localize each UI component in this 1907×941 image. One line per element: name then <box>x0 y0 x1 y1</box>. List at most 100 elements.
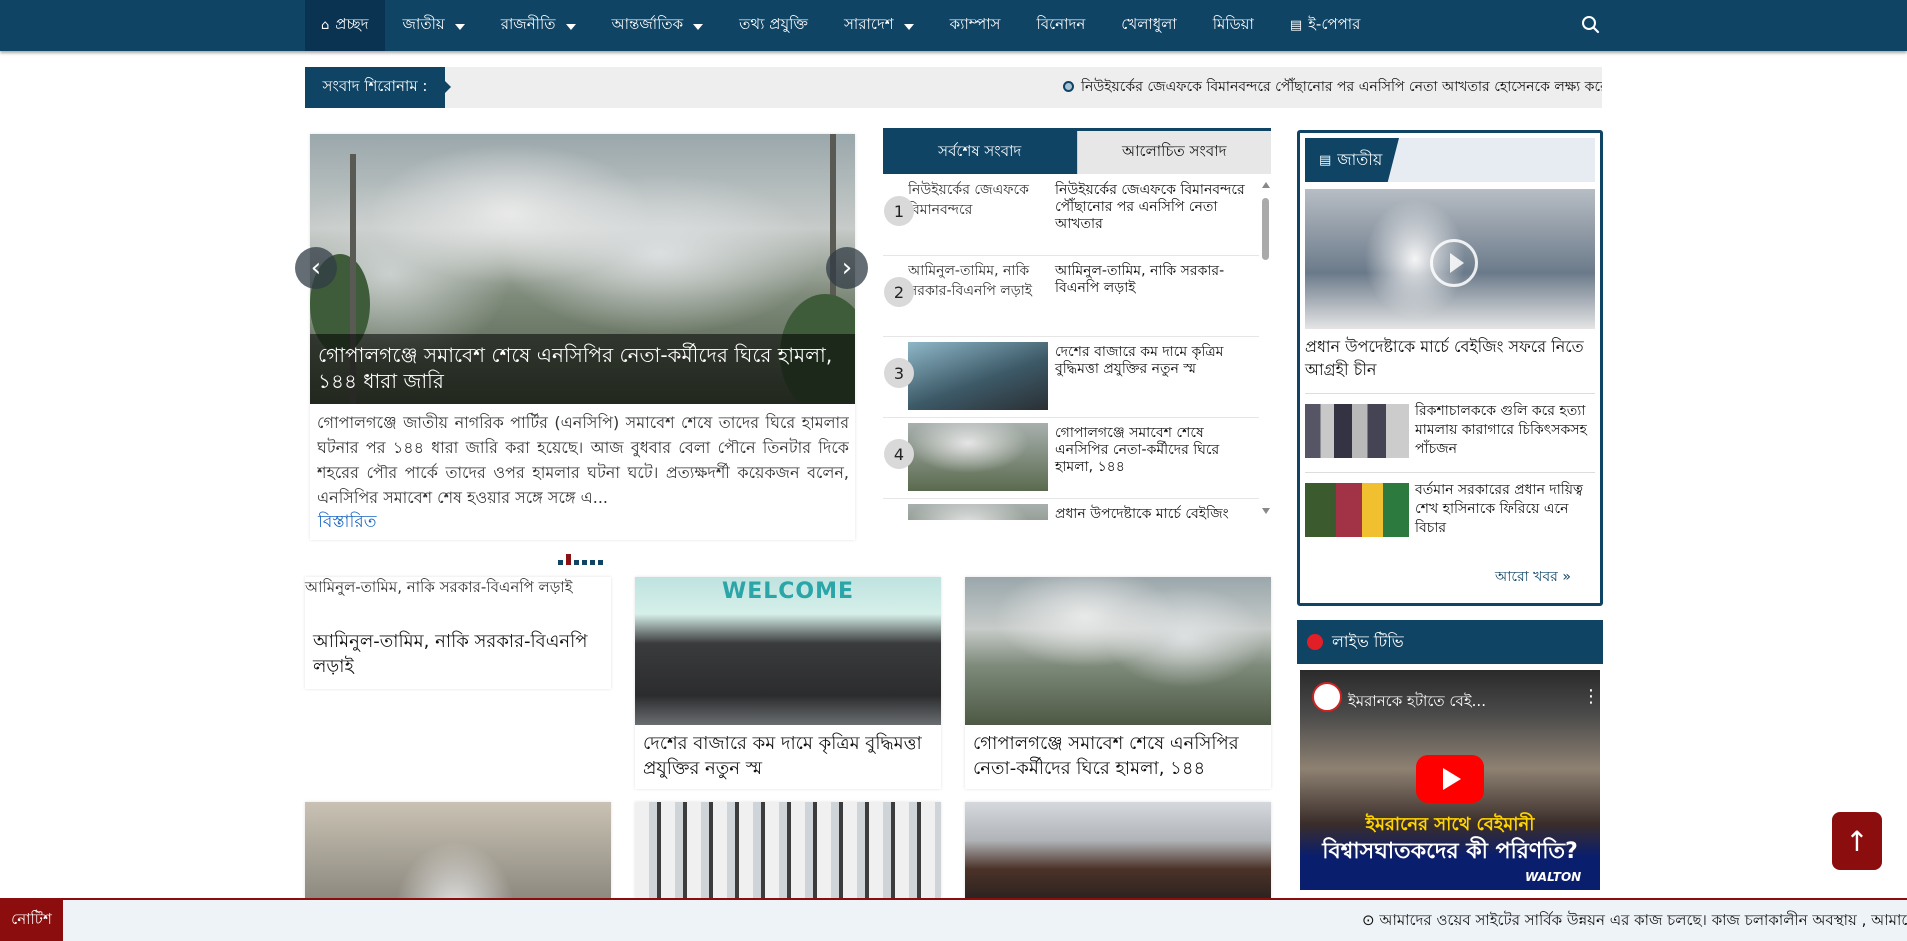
home-icon: ⌂ <box>321 18 330 33</box>
slider-dot-active[interactable] <box>566 554 571 565</box>
chevron-down-icon <box>565 24 576 30</box>
ticker-headline[interactable]: নিউইয়র্কের জেএফকে বিমানবন্দরে পৌঁছানোর … <box>1063 67 1602 108</box>
news-title[interactable]: বর্তমান সরকারের প্রধান দায়িত্ব শেখ হাসি… <box>1415 481 1595 538</box>
slider-dot[interactable] <box>582 560 587 565</box>
rank-badge: 3 <box>884 358 914 388</box>
ticker-label: সংবাদ শিরোনাম : <box>305 67 451 108</box>
nav-item-binodon[interactable]: বিনোদন <box>1018 0 1103 51</box>
list-item[interactable]: 3 দেশের বাজারে কম দামে কৃত্রিম বুদ্ধিমত্… <box>883 338 1259 418</box>
slider-dot[interactable] <box>574 560 579 565</box>
news-title[interactable]: নিউইয়র্কের জেএফকে বিমানবন্দরে পৌঁছানোর … <box>1055 182 1255 233</box>
card-title[interactable]: গোপালগঞ্জে সমাবেশ শেষে এনসিপির নেতা-কর্ম… <box>965 725 1271 787</box>
scrollbar-thumb[interactable] <box>1262 198 1269 260</box>
live-tv-video[interactable]: ইমরানকে হটাতে বেই... ⋮ ইমরানের সাথে বেইম… <box>1300 670 1600 890</box>
list-item[interactable]: বর্তমান সরকারের প্রধান দায়িত্ব শেখ হাসি… <box>1305 472 1595 546</box>
news-thumbnail <box>908 504 1048 520</box>
news-card[interactable] <box>635 802 941 898</box>
news-card[interactable]: WELCOME দেশের বাজারে কম দামে কৃত্রিম বুদ… <box>635 577 941 789</box>
video-caption-line2: বিশ্বাসঘাতকদের কী পরিণতি? <box>1322 839 1578 864</box>
news-title[interactable]: গোপালগঞ্জে সমাবেশ শেষে এনসিপির নেতা-কর্ম… <box>1055 425 1255 476</box>
nav-item-antorjatik[interactable]: আন্তর্জাতিক <box>594 0 722 51</box>
nav-item-tech[interactable]: তথ্য প্রযুক্তি <box>721 0 826 51</box>
notice-text: আমাদের ওয়েব সাইটের সার্বিক উন্নয়ন এর ক… <box>1379 911 1907 929</box>
notice-bar: নোটিশ ⊙ আমাদের ওয়েব সাইটের সার্বিক উন্ন… <box>0 898 1907 941</box>
clock-icon: ⊙ <box>1362 911 1380 929</box>
bullet-icon <box>1063 81 1074 92</box>
widget-header: ▤ জাতীয় <box>1305 138 1595 182</box>
search-button[interactable] <box>1578 12 1604 38</box>
double-chevron-right-icon: » <box>1562 569 1571 585</box>
nav-label: তথ্য প্রযুক্তি <box>739 15 808 33</box>
nav-label: খেলাধুলা <box>1121 15 1177 33</box>
list-scrollbar[interactable] <box>1260 176 1271 520</box>
video-title[interactable]: ইমরানকে হটাতে বেই... <box>1348 690 1486 715</box>
news-card[interactable]: গোপালগঞ্জে সমাবেশ শেষে এনসিপির নেতা-কর্ম… <box>965 577 1271 789</box>
nav-label: ক্যাম্পাস <box>949 15 1001 33</box>
news-card[interactable]: আমিনুল-তামিম, নাকি সরকার-বিএনপি লড়াই আম… <box>305 577 611 689</box>
widget-tag[interactable]: ▤ জাতীয় <box>1305 138 1399 182</box>
chevron-down-icon <box>903 24 914 30</box>
read-more-link[interactable]: বিস্তারিত <box>318 509 376 537</box>
sponsor-logo: WALTON <box>1525 870 1582 884</box>
arrow-up-icon: ↑ <box>1845 824 1869 858</box>
news-title[interactable]: আমিনুল-তামিম, নাকি সরকার-বিএনপি লড়াই <box>1055 263 1255 297</box>
ticker-headline-text: নিউইয়র্কের জেএফকে বিমানবন্দরে পৌঁছানোর … <box>1081 79 1602 95</box>
news-card[interactable] <box>305 802 611 898</box>
list-item[interactable]: 5 প্রধান উপদেষ্টাকে মার্চে বেইজিং <box>883 500 1259 520</box>
more-vertical-icon[interactable]: ⋮ <box>1582 686 1600 707</box>
search-icon <box>1582 16 1600 34</box>
featured-video-thumbnail[interactable] <box>1305 189 1595 329</box>
widget-title: জাতীয় <box>1337 149 1383 169</box>
list-item[interactable]: রিকশাচালককে গুলি করে হত্যা মামলায় কারাগ… <box>1305 393 1595 467</box>
nav-label: মিডিয়া <box>1212 15 1254 33</box>
rank-badge: 2 <box>884 277 914 307</box>
play-icon[interactable] <box>1430 239 1478 287</box>
channel-logo[interactable] <box>1312 682 1342 712</box>
card-title[interactable]: দেশের বাজারে কম দামে কৃত্রিম বুদ্ধিমত্তা… <box>635 725 941 787</box>
news-card[interactable] <box>965 802 1271 898</box>
news-title[interactable]: রিকশাচালককে গুলি করে হত্যা মামলায় কারাগ… <box>1415 402 1595 459</box>
news-thumbnail <box>1305 483 1409 537</box>
nav-item-saradesh[interactable]: সারাদেশ <box>826 0 932 51</box>
tab-latest-news[interactable]: সর্বশেষ সংবাদ <box>883 131 1077 174</box>
list-item[interactable]: 4 গোপালগঞ্জে সমাবেশ শেষে এনসিপির নেতা-কর… <box>883 419 1259 499</box>
nav-item-khela[interactable]: খেলাধুলা <box>1103 0 1194 51</box>
notice-marquee: ⊙ আমাদের ওয়েব সাইটের সার্বিক উন্নয়ন এর… <box>1362 900 1907 941</box>
news-title[interactable]: দেশের বাজারে কম দামে কৃত্রিম বুদ্ধিমত্তা… <box>1055 344 1255 378</box>
news-title[interactable]: প্রধান উপদেষ্টাকে মার্চে বেইজিং <box>1055 506 1255 520</box>
nav-item-jatiyo[interactable]: জাতীয় <box>385 0 483 51</box>
nav-item-campus[interactable]: ক্যাম্পাস <box>932 0 1019 51</box>
live-tv-header: লাইভ টিভি <box>1297 620 1603 664</box>
youtube-play-button[interactable] <box>1416 755 1484 803</box>
slider-dot[interactable] <box>590 560 595 565</box>
scroll-down-icon[interactable] <box>1262 508 1270 514</box>
nav-item-media[interactable]: মিডিয়া <box>1195 0 1272 51</box>
slider-dot[interactable] <box>558 560 563 565</box>
nav-label: বিনোদন <box>1036 15 1086 33</box>
main-navbar: ⌂ প্রচ্ছদ জাতীয় রাজনীতি আন্তর্জাতিক তথ্… <box>0 0 1907 51</box>
card-title[interactable]: আমিনুল-তামিম, নাকি সরকার-বিএনপি লড়াই <box>305 625 611 685</box>
featured-news-title[interactable]: প্রধান উপদেষ্টাকে মার্চে বেইজিং সফরে নিত… <box>1305 335 1595 381</box>
live-indicator-icon <box>1307 634 1323 650</box>
more-news-label: আরো খবর <box>1495 569 1558 585</box>
list-item[interactable]: আমিনুল-তামিম, নাকি সরকার-বিএনপি লড়াই 2 … <box>883 257 1259 337</box>
tab-discussed-news[interactable]: আলোচিত সংবাদ <box>1076 131 1271 174</box>
nav-item-home[interactable]: ⌂ প্রচ্ছদ <box>305 0 385 51</box>
slider-prev-button[interactable]: ‹ <box>295 247 337 289</box>
more-news-link[interactable]: আরো খবর » <box>1495 565 1571 589</box>
chevron-left-icon: ‹ <box>310 253 322 283</box>
news-thumbnail <box>1305 404 1409 458</box>
tab-bar: সর্বশেষ সংবাদ আলোচিত সংবাদ <box>883 128 1271 174</box>
notice-label: নোটিশ <box>0 900 63 941</box>
nav-label: জাতীয় <box>402 15 445 33</box>
slide-caption[interactable]: গোপালগঞ্জে সমাবেশ শেষে এনসিপির নেতা-কর্ম… <box>310 334 855 404</box>
back-to-top-button[interactable]: ↑ <box>1832 812 1882 870</box>
scroll-up-icon[interactable] <box>1262 182 1270 188</box>
nav-item-rajniti[interactable]: রাজনীতি <box>483 0 594 51</box>
news-thumbnail <box>908 342 1048 410</box>
jatiyo-widget: ▤ জাতীয় প্রধান উপদেষ্টাকে মার্চে বেইজিং… <box>1297 130 1603 606</box>
slider-next-button[interactable]: › <box>826 247 868 289</box>
slider-dot[interactable] <box>598 560 603 565</box>
nav-item-epaper[interactable]: ▤ ই-পেপার <box>1272 0 1379 51</box>
list-item[interactable]: নিউইয়র্কের জেএফকে বিমানবন্দরে 1 নিউইয়র… <box>883 176 1259 256</box>
